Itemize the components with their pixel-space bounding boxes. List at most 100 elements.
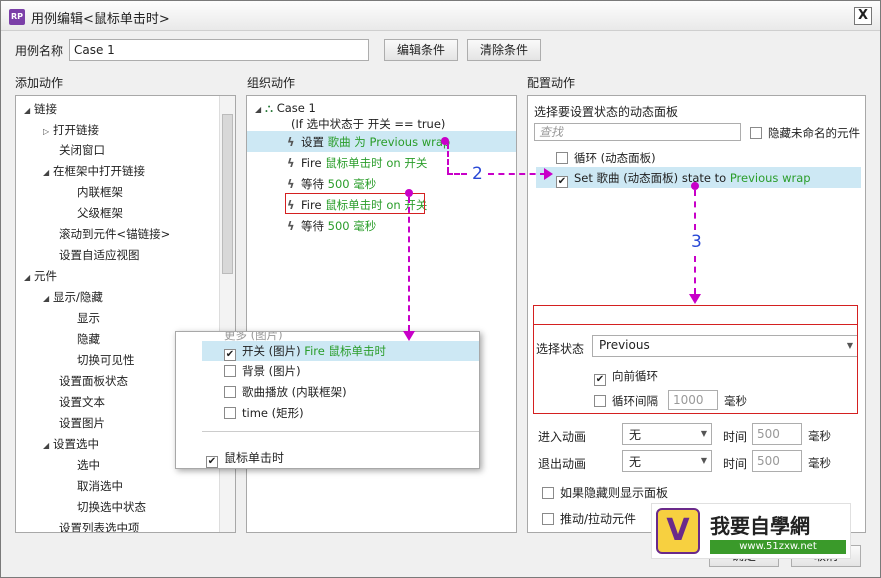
checkbox[interactable]: ✔ [206, 456, 218, 468]
watermark-url: www.51zxw.net [710, 540, 846, 554]
tree-item[interactable]: ◢ 设置选中 [43, 436, 99, 452]
ms-unit: 毫秒 [808, 456, 831, 470]
tree-item[interactable]: 设置图片 [59, 415, 105, 431]
popup-event[interactable]: ✔ 鼠标单击时 [206, 449, 284, 468]
tree-item[interactable]: 滚动到元件<锚链接> [59, 226, 170, 242]
hide-unnamed-option[interactable]: 隐藏未命名的元件 [750, 125, 860, 141]
enter-time-label: 时间 [723, 430, 748, 444]
lightning-icon: ϟ [287, 135, 295, 149]
checkbox[interactable] [224, 386, 236, 398]
action-item[interactable]: ϟ 等待 500 毫秒 [287, 176, 376, 192]
case-node[interactable]: ◢ ⛬ Case 1 [255, 101, 316, 116]
edit-condition-button[interactable]: 编辑条件 [384, 39, 458, 61]
logo-icon: V [656, 508, 700, 554]
case-name-label: 用例名称 [15, 44, 64, 58]
expanded-icon: ◢ [255, 105, 262, 114]
tree-item[interactable]: 隐藏 [77, 331, 100, 347]
step-number: 3 [691, 232, 702, 252]
popup-item[interactable]: 歌曲播放 (内联框架) [224, 384, 347, 400]
arrowhead [689, 294, 701, 304]
close-button[interactable]: X [854, 7, 872, 25]
checkbox[interactable]: ✔ [556, 176, 568, 188]
tree-item[interactable]: 设置自适应视图 [59, 247, 140, 263]
tree-item[interactable]: ◢ 在框架中打开链接 [43, 163, 145, 179]
tree-item[interactable]: 显示 [77, 310, 100, 326]
tree-item[interactable]: ◢ 显示/隐藏 [43, 289, 103, 305]
popup-item[interactable]: ✔ 开关 (图片) Fire 鼠标单击时 [202, 341, 479, 361]
divider [202, 431, 479, 432]
ms-unit: 毫秒 [808, 429, 831, 443]
arrowhead [544, 168, 553, 180]
annotation-line [694, 190, 696, 230]
exit-anim-label: 退出动画 [538, 457, 587, 471]
annotation-dot [691, 182, 699, 190]
search-input[interactable]: 查找 [534, 123, 741, 141]
watermark: V 我要自學網 www.51zxw.net [651, 503, 851, 559]
tree-item[interactable]: ▷ 打开链接 [43, 122, 99, 138]
tree-item[interactable]: 取消选中 [77, 478, 123, 494]
tree-item[interactable]: ◢ 元件 [24, 268, 57, 284]
tree-item[interactable]: ◢ 链接 [24, 101, 57, 117]
window-title: 用例编辑<鼠标单击时> [31, 12, 170, 27]
case-name-input[interactable]: Case 1 [69, 39, 369, 61]
highlight-box [285, 193, 425, 214]
highlight-box [533, 305, 858, 414]
annotation-dot [405, 189, 413, 197]
case-condition: (If 选中状态于 开关 == true) [291, 117, 446, 131]
lightning-icon: ϟ [287, 219, 295, 233]
action-item[interactable]: ϟ Fire 鼠标单击时 on 开关 [287, 155, 427, 171]
checkbox[interactable] [556, 152, 568, 164]
clear-condition-button[interactable]: 清除条件 [467, 39, 541, 61]
collapsed-icon: ▷ [43, 127, 50, 136]
scrollbar-thumb[interactable] [222, 114, 233, 274]
popup-item[interactable]: time (矩形) [224, 405, 304, 421]
expanded-icon: ◢ [43, 441, 50, 450]
popup-item[interactable]: 背景 (图片) [224, 363, 301, 379]
organize-actions-heading: 组织动作 [247, 76, 296, 90]
show-if-hidden-option[interactable]: 如果隐藏则显示面板 [542, 484, 668, 501]
action-item[interactable]: ϟ 设置 歌曲 为 Previous wrap [247, 131, 516, 152]
annotation-line [488, 173, 546, 175]
lightning-icon: ϟ [287, 177, 295, 191]
tree-item[interactable]: 设置面板状态 [59, 373, 128, 389]
checkbox[interactable] [542, 487, 554, 499]
tree-item[interactable]: 选中 [77, 457, 100, 473]
tree-item[interactable]: 设置列表选中项 [59, 520, 140, 532]
step-number: 2 [472, 164, 483, 184]
add-actions-heading: 添加动作 [15, 76, 64, 90]
highlight-divider [534, 324, 857, 325]
expanded-icon: ◢ [24, 106, 31, 115]
checkbox[interactable]: ✔ [224, 349, 236, 361]
chevron-down-icon: ▼ [700, 429, 707, 438]
arrowhead [403, 331, 415, 341]
push-pull-option[interactable]: 推动/拉动元件 [542, 510, 636, 527]
expanded-icon: ◢ [24, 273, 31, 282]
expanded-icon: ◢ [43, 294, 50, 303]
annotation-line [447, 143, 449, 173]
tree-item[interactable]: 关闭窗口 [59, 142, 105, 158]
checkbox[interactable] [224, 407, 236, 419]
target-popup: 更多 (图片) ✔ 开关 (图片) Fire 鼠标单击时 背景 (图片) 歌曲播放… [175, 331, 480, 469]
dialog-window: RP 用例编辑<鼠标单击时> X 用例名称 Case 1 编辑条件 清除条件 添… [0, 0, 881, 578]
enter-time-input[interactable]: 500 [752, 423, 802, 445]
tree-item[interactable]: 父级框架 [77, 205, 123, 221]
tree-item[interactable]: 切换可见性 [77, 352, 135, 368]
checkbox[interactable] [542, 513, 554, 525]
tree-item[interactable]: 内联框架 [77, 184, 123, 200]
panel-select-heading: 选择要设置状态的动态面板 [534, 105, 679, 119]
tree-item[interactable]: 设置文本 [59, 394, 105, 410]
enter-anim-select[interactable]: 无 ▼ [622, 423, 712, 445]
config-actions-heading: 配置动作 [527, 76, 576, 90]
exit-time-input[interactable]: 500 [752, 450, 802, 472]
watermark-brand: 我要自學網 [710, 514, 810, 538]
exit-anim-select[interactable]: 无 ▼ [622, 450, 712, 472]
panel-list-item[interactable]: 循环 (动态面板) [556, 150, 656, 166]
app-icon: RP [9, 9, 25, 25]
expanded-icon: ◢ [43, 168, 50, 177]
checkbox[interactable] [750, 127, 762, 139]
checkbox[interactable] [224, 365, 236, 377]
annotation-line [694, 256, 696, 294]
chevron-down-icon: ▼ [700, 456, 707, 465]
tree-item[interactable]: 切换选中状态 [77, 499, 146, 515]
action-item[interactable]: ϟ 等待 500 毫秒 [287, 218, 376, 234]
